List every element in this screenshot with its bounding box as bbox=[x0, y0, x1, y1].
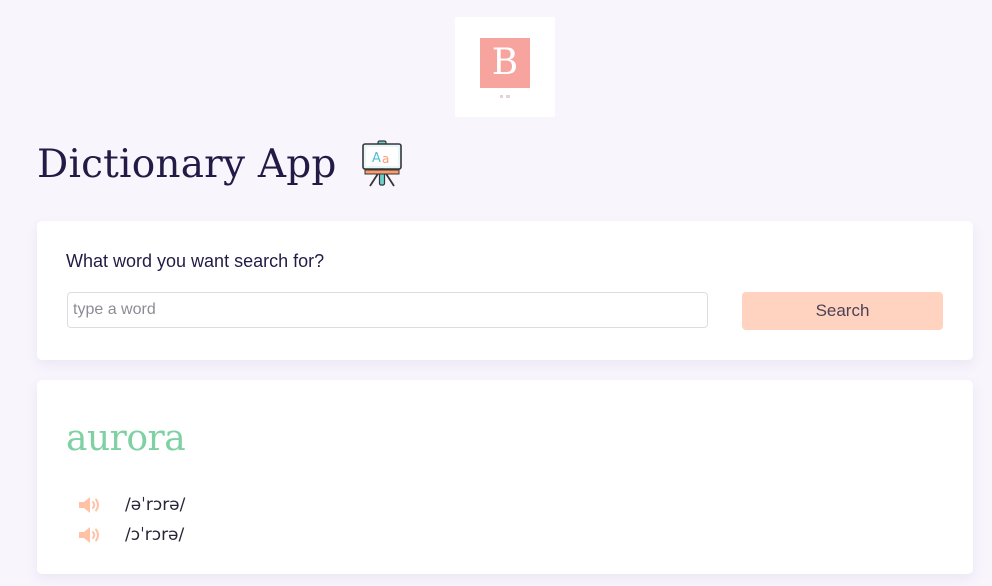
logo-letter: B bbox=[480, 38, 530, 88]
speaker-icon[interactable] bbox=[77, 494, 103, 516]
phonetic-row: /əˈrɔrə/ bbox=[77, 492, 185, 518]
logo-dots bbox=[500, 95, 510, 98]
result-word: aurora bbox=[66, 418, 186, 459]
phonetic-text: /ɔˈrɔrə/ bbox=[125, 525, 185, 545]
header: Dictionary App A a bbox=[37, 136, 403, 192]
speaker-icon[interactable] bbox=[77, 524, 103, 546]
easel-icon: A a bbox=[361, 140, 402, 187]
search-input[interactable] bbox=[67, 292, 708, 328]
phonetic-row: /ɔˈrɔrə/ bbox=[77, 522, 184, 548]
search-button[interactable]: Search bbox=[742, 292, 943, 330]
svg-text:A: A bbox=[372, 151, 381, 166]
search-question-label: What word you want search for? bbox=[66, 251, 325, 271]
logo-card: B bbox=[455, 17, 555, 117]
search-card: What word you want search for? Search bbox=[37, 221, 973, 360]
page-title: Dictionary App bbox=[37, 141, 337, 187]
phonetic-text: /əˈrɔrə/ bbox=[125, 495, 186, 515]
svg-text:a: a bbox=[382, 152, 389, 166]
result-card: aurora /əˈrɔrə/ /ɔˈrɔrə/ bbox=[37, 380, 973, 574]
